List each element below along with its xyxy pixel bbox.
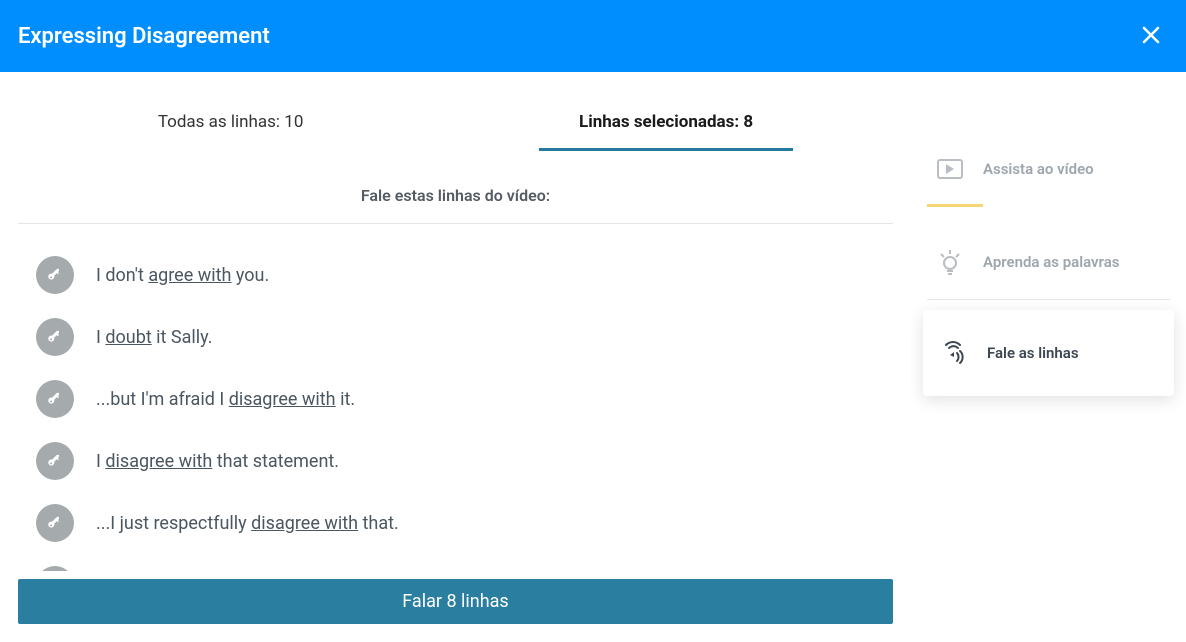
key-icon[interactable] <box>36 504 74 542</box>
key-icon[interactable] <box>36 318 74 356</box>
line-item: I don't agree with you. <box>18 244 911 306</box>
sidebar-item-learn-words[interactable]: Aprenda as palavras <box>923 225 1174 299</box>
sidebar-separator <box>927 299 1170 300</box>
line-text: ...but I'm afraid I disagree with it. <box>96 389 355 410</box>
sidebar: Assista ao vídeo Aprenda as palavras <box>911 72 1186 642</box>
tab-all-label: Todas as linhas: 10 <box>158 112 304 132</box>
lines-list[interactable]: I don't agree with you. I doubt it Sally.… <box>18 224 911 571</box>
progress-accent <box>927 204 983 207</box>
line-item: ...but with all due respect, I humbly di… <box>18 554 911 571</box>
line-text: I doubt it Sally. <box>96 327 212 348</box>
lightbulb-icon <box>935 247 965 277</box>
line-text: I disagree with that statement. <box>96 451 339 472</box>
line-item: I disagree with that statement. <box>18 430 911 492</box>
line-text: I don't agree with you. <box>96 265 269 286</box>
speak-icon <box>939 338 969 368</box>
sidebar-item-watch-video[interactable]: Assista ao vídeo <box>923 132 1174 206</box>
sidebar-label-speak: Fale as linhas <box>987 344 1079 362</box>
sidebar-item-speak-lines[interactable]: Fale as linhas <box>923 310 1174 396</box>
key-icon[interactable] <box>36 566 74 571</box>
play-icon <box>935 154 965 184</box>
instruction-text: Fale estas linhas do vídeo: <box>0 161 911 223</box>
close-icon <box>1142 26 1160 44</box>
line-text: ...I just respectfully disagree with tha… <box>96 513 399 534</box>
key-icon[interactable] <box>36 256 74 294</box>
header-bar: Expressing Disagreement <box>0 0 1186 72</box>
tab-all-lines[interactable]: Todas as linhas: 10 <box>118 102 344 148</box>
tab-selected-lines[interactable]: Linhas selecionadas: 8 <box>539 102 793 151</box>
sidebar-label-watch: Assista ao vídeo <box>983 160 1094 178</box>
main-area: Todas as linhas: 10 Linhas selecionadas:… <box>0 72 911 642</box>
page-title: Expressing Disagreement <box>18 24 270 49</box>
key-icon[interactable] <box>36 380 74 418</box>
line-item: ...I just respectfully disagree with tha… <box>18 492 911 554</box>
content-wrap: Todas as linhas: 10 Linhas selecionadas:… <box>0 72 1186 642</box>
line-item: ...but I'm afraid I disagree with it. <box>18 368 911 430</box>
tabs-row: Todas as linhas: 10 Linhas selecionadas:… <box>0 102 911 161</box>
line-item: I doubt it Sally. <box>18 306 911 368</box>
sidebar-label-learn: Aprenda as palavras <box>983 253 1119 271</box>
tab-selected-label: Linhas selecionadas: 8 <box>579 112 753 132</box>
key-icon[interactable] <box>36 442 74 480</box>
speak-lines-button[interactable]: Falar 8 linhas <box>18 579 893 624</box>
close-button[interactable] <box>1134 14 1168 58</box>
